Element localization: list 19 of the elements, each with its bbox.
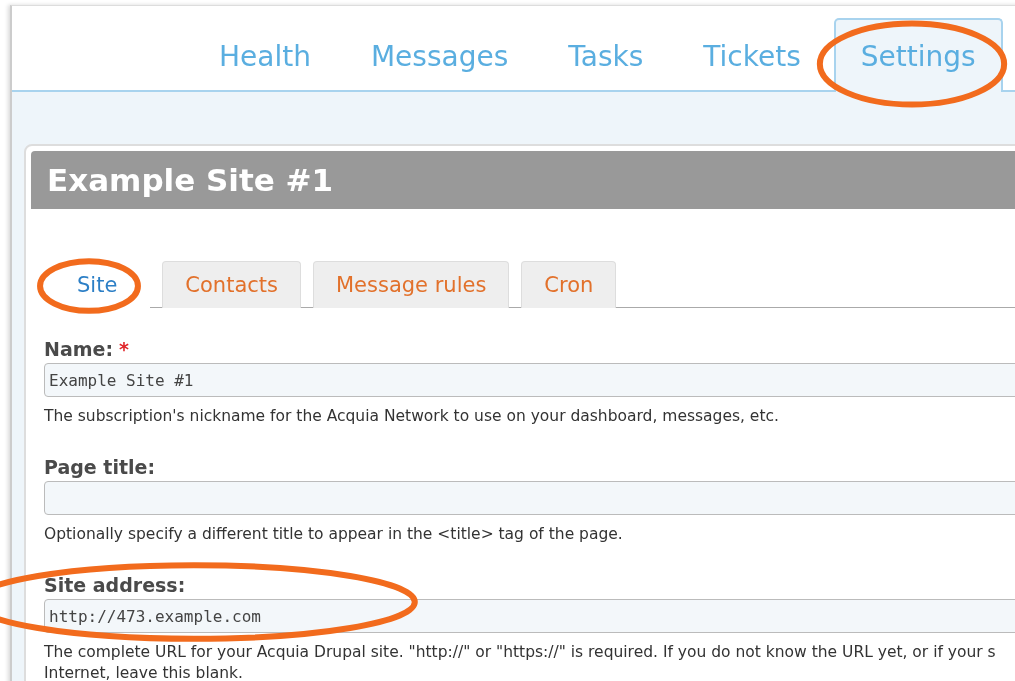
required-mark: * bbox=[119, 338, 129, 360]
label-text: Page title: bbox=[44, 456, 155, 478]
text-field[interactable] bbox=[44, 481, 1015, 515]
sub-tab[interactable]: Contacts bbox=[162, 261, 301, 308]
text-field[interactable]: Example Site #1 bbox=[44, 363, 1015, 397]
help-text: The subscription's nickname for the Acquia Network to use on your dashboard, messages, etc. bbox=[44, 407, 780, 426]
site-title: Example Site #1 bbox=[47, 162, 334, 198]
label-text: Name: bbox=[44, 338, 113, 360]
help-text: Internet, leave this blank. bbox=[44, 664, 244, 681]
nav-tab[interactable]: Tasks bbox=[541, 18, 671, 92]
sub-tab[interactable]: Message rules bbox=[313, 261, 510, 308]
sub-tab[interactable]: Cron bbox=[521, 261, 617, 308]
help-text: The complete URL for your Acquia Drupal site. "http://" or "https://" is required. If you do not know the URL yet, or if your s bbox=[44, 643, 997, 662]
help-text: Optionally specify a different title to appear in the <title> tag of the page. bbox=[44, 525, 624, 544]
text-field[interactable]: http://473.example.com bbox=[44, 599, 1015, 633]
nav-tab[interactable]: Tickets bbox=[676, 18, 828, 92]
nav-tab[interactable]: Health bbox=[192, 18, 338, 92]
label-text: Site address: bbox=[44, 574, 186, 596]
nav-tab[interactable]: Messages bbox=[343, 18, 536, 92]
